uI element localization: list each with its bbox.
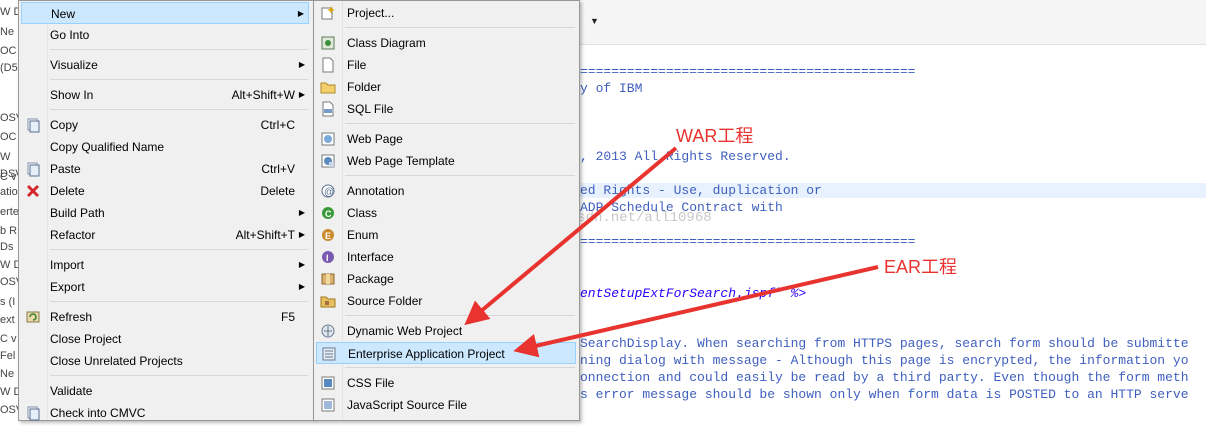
war-arrow [464, 146, 678, 326]
ear-arrow [513, 265, 879, 358]
annotation-arrows [464, 146, 879, 358]
war-annotation-label: WAR工程 [676, 126, 754, 146]
ear-annotation-label: EAR工程 [884, 257, 958, 277]
